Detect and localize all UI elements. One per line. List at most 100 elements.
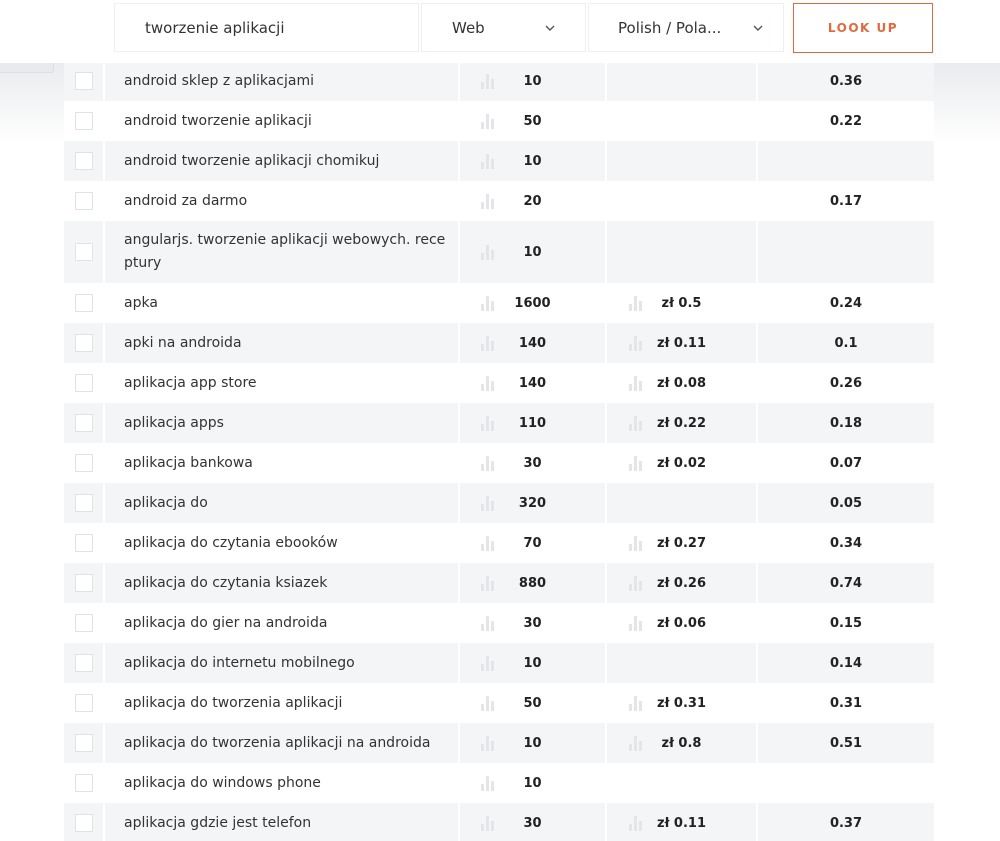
row-checkbox[interactable] bbox=[74, 72, 93, 90]
table-row[interactable]: aplikacja do tworzenia aplikacji na andr… bbox=[64, 723, 934, 763]
bar-chart-icon[interactable] bbox=[480, 495, 496, 511]
row-checkbox[interactable] bbox=[74, 152, 93, 170]
competition-value: 0.31 bbox=[829, 695, 863, 711]
table-row[interactable]: android tworzenie aplikacji 50 0.22 bbox=[64, 101, 934, 141]
select-cell bbox=[64, 723, 105, 763]
competition-cell bbox=[758, 763, 934, 803]
row-checkbox[interactable] bbox=[74, 454, 93, 472]
bar-chart-icon[interactable] bbox=[480, 775, 496, 791]
bar-chart-icon[interactable] bbox=[628, 815, 644, 831]
competition-value: 0.36 bbox=[829, 73, 863, 89]
bar-chart-icon[interactable] bbox=[628, 335, 644, 351]
bar-chart-icon[interactable] bbox=[628, 455, 644, 471]
select-cell bbox=[64, 763, 105, 803]
competition-value: 0.51 bbox=[829, 735, 863, 751]
table-row[interactable]: aplikacja do windows phone 10 bbox=[64, 763, 934, 803]
row-checkbox[interactable] bbox=[74, 534, 93, 552]
bar-chart-icon[interactable] bbox=[480, 244, 496, 260]
row-checkbox[interactable] bbox=[74, 294, 93, 312]
table-row[interactable]: aplikacja do tworzenia aplikacji 50 zł 0.3… bbox=[64, 683, 934, 723]
row-checkbox[interactable] bbox=[74, 112, 93, 130]
table-row[interactable]: aplikacja do internetu mobilnego 10 0.14 bbox=[64, 643, 934, 683]
row-checkbox[interactable] bbox=[74, 774, 93, 792]
competition-cell: 0.14 bbox=[758, 643, 934, 683]
row-checkbox[interactable] bbox=[74, 494, 93, 512]
cpc-value: zł 0.31 bbox=[657, 695, 706, 711]
volume-cell: 140 bbox=[460, 323, 607, 363]
source-select-value: Web bbox=[452, 18, 485, 37]
bar-chart-icon[interactable] bbox=[480, 575, 496, 591]
volume-cell: 20 bbox=[460, 181, 607, 221]
look-up-button[interactable]: LOOK UP bbox=[793, 3, 933, 53]
table-row[interactable]: aplikacja do 320 0.05 bbox=[64, 483, 934, 523]
row-checkbox[interactable] bbox=[74, 414, 93, 432]
search-volume: 70 bbox=[523, 535, 542, 551]
cpc-cell bbox=[607, 221, 758, 283]
source-select[interactable]: Web bbox=[421, 3, 586, 52]
bar-chart-icon[interactable] bbox=[480, 455, 496, 471]
bar-chart-icon[interactable] bbox=[480, 695, 496, 711]
table-row[interactable]: aplikacja bankowa 30 zł 0.02 0.07 bbox=[64, 443, 934, 483]
bar-chart-icon[interactable] bbox=[480, 295, 496, 311]
bar-chart-icon[interactable] bbox=[480, 335, 496, 351]
table-row[interactable]: android tworzenie aplikacji chomikuj 10 bbox=[64, 141, 934, 181]
search-volume: 30 bbox=[523, 815, 542, 831]
table-row[interactable]: aplikacja do czytania ksiazek 880 zł 0.26 0… bbox=[64, 563, 934, 603]
table-row[interactable]: aplikacja do czytania ebooków 70 zł 0.27 0.… bbox=[64, 523, 934, 563]
bar-chart-icon[interactable] bbox=[480, 193, 496, 209]
table-row[interactable]: android sklep z aplikacjami 10 0.36 bbox=[64, 61, 934, 101]
bar-chart-icon[interactable] bbox=[480, 815, 496, 831]
bar-chart-icon[interactable] bbox=[628, 415, 644, 431]
competition-cell: 0.74 bbox=[758, 563, 934, 603]
bar-chart-icon[interactable] bbox=[480, 113, 496, 129]
row-checkbox[interactable] bbox=[74, 192, 93, 210]
table-row[interactable]: aplikacja do gier na androida 30 zł 0.06 0.… bbox=[64, 603, 934, 643]
results-table: android sklep z aplikacjami 10 0.36 android… bbox=[64, 61, 934, 841]
volume-cell: 10 bbox=[460, 723, 607, 763]
bar-chart-icon[interactable] bbox=[628, 735, 644, 751]
table-row[interactable]: aplikacja app store 140 zł 0.08 0.26 bbox=[64, 363, 934, 403]
bar-chart-icon[interactable] bbox=[480, 73, 496, 89]
cpc-cell bbox=[607, 483, 758, 523]
bar-chart-icon[interactable] bbox=[628, 535, 644, 551]
search-input[interactable]: tworzenie aplikacji bbox=[114, 3, 419, 52]
bar-chart-icon[interactable] bbox=[480, 153, 496, 169]
bar-chart-icon[interactable] bbox=[628, 295, 644, 311]
bar-chart-icon[interactable] bbox=[480, 735, 496, 751]
volume-cell: 1600 bbox=[460, 283, 607, 323]
table-row[interactable]: angularjs. tworzenie aplikacji webowych.… bbox=[64, 221, 934, 283]
bar-chart-icon[interactable] bbox=[480, 415, 496, 431]
table-row[interactable]: aplikacja gdzie jest telefon 30 zł 0.11 0.3… bbox=[64, 803, 934, 841]
competition-cell: 0.05 bbox=[758, 483, 934, 523]
row-checkbox[interactable] bbox=[74, 614, 93, 632]
competition-cell: 0.36 bbox=[758, 61, 934, 101]
table-row[interactable]: apki na androida 140 zł 0.11 0.1 bbox=[64, 323, 934, 363]
keyword-text: aplikacja do gier na androida bbox=[124, 614, 328, 631]
bar-chart-icon[interactable] bbox=[628, 615, 644, 631]
bar-chart-icon[interactable] bbox=[628, 695, 644, 711]
row-checkbox[interactable] bbox=[74, 334, 93, 352]
search-volume: 10 bbox=[523, 655, 542, 671]
bar-chart-icon[interactable] bbox=[628, 575, 644, 591]
row-checkbox[interactable] bbox=[74, 654, 93, 672]
bar-chart-icon[interactable] bbox=[480, 655, 496, 671]
table-row[interactable]: android za darmo 20 0.17 bbox=[64, 181, 934, 221]
row-checkbox[interactable] bbox=[74, 374, 93, 392]
keyword-text: android tworzenie aplikacji bbox=[124, 112, 312, 129]
table-row[interactable]: apka 1600 zł 0.5 0.24 bbox=[64, 283, 934, 323]
cpc-value: zł 0.06 bbox=[657, 615, 706, 631]
row-checkbox[interactable] bbox=[74, 243, 93, 261]
table-row[interactable]: aplikacja apps 110 zł 0.22 0.18 bbox=[64, 403, 934, 443]
side-tab[interactable] bbox=[0, 63, 54, 73]
search-volume: 30 bbox=[523, 455, 542, 471]
bar-chart-icon[interactable] bbox=[480, 535, 496, 551]
bar-chart-icon[interactable] bbox=[628, 375, 644, 391]
language-select[interactable]: Polish / Pola... bbox=[588, 3, 784, 52]
select-cell bbox=[64, 643, 105, 683]
bar-chart-icon[interactable] bbox=[480, 375, 496, 391]
bar-chart-icon[interactable] bbox=[480, 615, 496, 631]
row-checkbox[interactable] bbox=[74, 734, 93, 752]
row-checkbox[interactable] bbox=[74, 574, 93, 592]
row-checkbox[interactable] bbox=[74, 814, 93, 832]
row-checkbox[interactable] bbox=[74, 694, 93, 712]
